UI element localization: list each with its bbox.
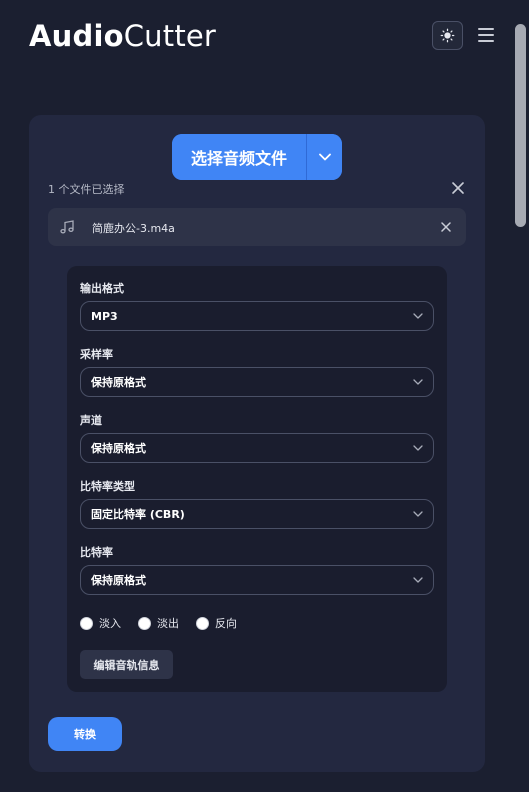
- upload-options-dropdown[interactable]: [306, 134, 342, 180]
- file-name: 简鹿办公-3.m4a: [92, 222, 175, 235]
- chevron-down-icon: [413, 577, 423, 583]
- bitrate-select[interactable]: 保持原格式: [80, 565, 434, 595]
- output-format-select[interactable]: MP3: [80, 301, 434, 331]
- page-scrollbar[interactable]: [513, 0, 529, 792]
- file-list-item: 简鹿办公-3.m4a: [48, 208, 466, 246]
- convert-button[interactable]: 转换: [48, 717, 122, 751]
- theme-toggle-button[interactable]: [432, 21, 463, 50]
- sample-rate-select[interactable]: 保持原格式: [80, 367, 434, 397]
- output-format-value: MP3: [91, 309, 118, 323]
- sun-icon: [440, 28, 455, 43]
- sample-rate-label: 采样率: [80, 348, 113, 361]
- channels-label: 声道: [80, 414, 102, 427]
- reverse-option[interactable]: 反向: [196, 615, 237, 631]
- app-logo[interactable]: AudioCutter: [29, 17, 216, 55]
- converter-card: 选择音频文件 1 个文件已选择 简鹿办公-3.m4a 输出格式 MP3 采样率: [29, 115, 485, 772]
- bitrate-label: 比特率: [80, 546, 113, 559]
- chevron-down-icon: [413, 313, 423, 319]
- menu-line: [478, 34, 494, 36]
- sample-rate-value: 保持原格式: [91, 376, 146, 389]
- channels-select[interactable]: 保持原格式: [80, 433, 434, 463]
- menu-line: [478, 28, 494, 30]
- hamburger-menu-icon[interactable]: [476, 25, 496, 45]
- bitrate-type-value: 固定比特率 (CBR): [91, 508, 185, 521]
- fade-out-option[interactable]: 淡出: [138, 615, 179, 631]
- fade-out-radio[interactable]: [138, 616, 151, 630]
- reverse-label: 反向: [215, 617, 237, 630]
- conversion-settings-panel: 输出格式 MP3 采样率 保持原格式 声道 保持原格式 比特率类型 固定比特率 …: [67, 266, 447, 692]
- file-count-text: 1 个文件已选择: [48, 183, 125, 196]
- fade-in-label: 淡入: [99, 617, 121, 630]
- bitrate-type-select[interactable]: 固定比特率 (CBR): [80, 499, 434, 529]
- fade-in-option[interactable]: 淡入: [80, 615, 121, 631]
- chevron-down-icon: [318, 153, 331, 161]
- upload-button-group: 选择音频文件: [172, 134, 342, 180]
- logo-text-light: Cutter: [123, 19, 217, 53]
- logo-text-bold: Audio: [29, 19, 124, 53]
- remove-file-close-icon[interactable]: [441, 222, 451, 232]
- audio-effects-options: 淡入 淡出 反向: [80, 615, 237, 631]
- chevron-down-icon: [413, 445, 423, 451]
- menu-line: [478, 40, 494, 42]
- output-format-label: 输出格式: [80, 282, 124, 295]
- bitrate-value: 保持原格式: [91, 574, 146, 587]
- channels-value: 保持原格式: [91, 442, 146, 455]
- edit-track-info-button[interactable]: 编辑音轨信息: [80, 650, 173, 679]
- scrollbar-thumb[interactable]: [515, 24, 526, 227]
- fade-out-label: 淡出: [157, 617, 179, 630]
- chevron-down-icon: [413, 379, 423, 385]
- fade-in-radio[interactable]: [80, 616, 93, 630]
- select-audio-file-button[interactable]: 选择音频文件: [172, 134, 306, 180]
- bitrate-type-label: 比特率类型: [80, 480, 135, 493]
- clear-files-close-icon[interactable]: [451, 181, 465, 195]
- chevron-down-icon: [413, 511, 423, 517]
- music-note-icon: [60, 220, 74, 234]
- reverse-radio[interactable]: [196, 616, 209, 630]
